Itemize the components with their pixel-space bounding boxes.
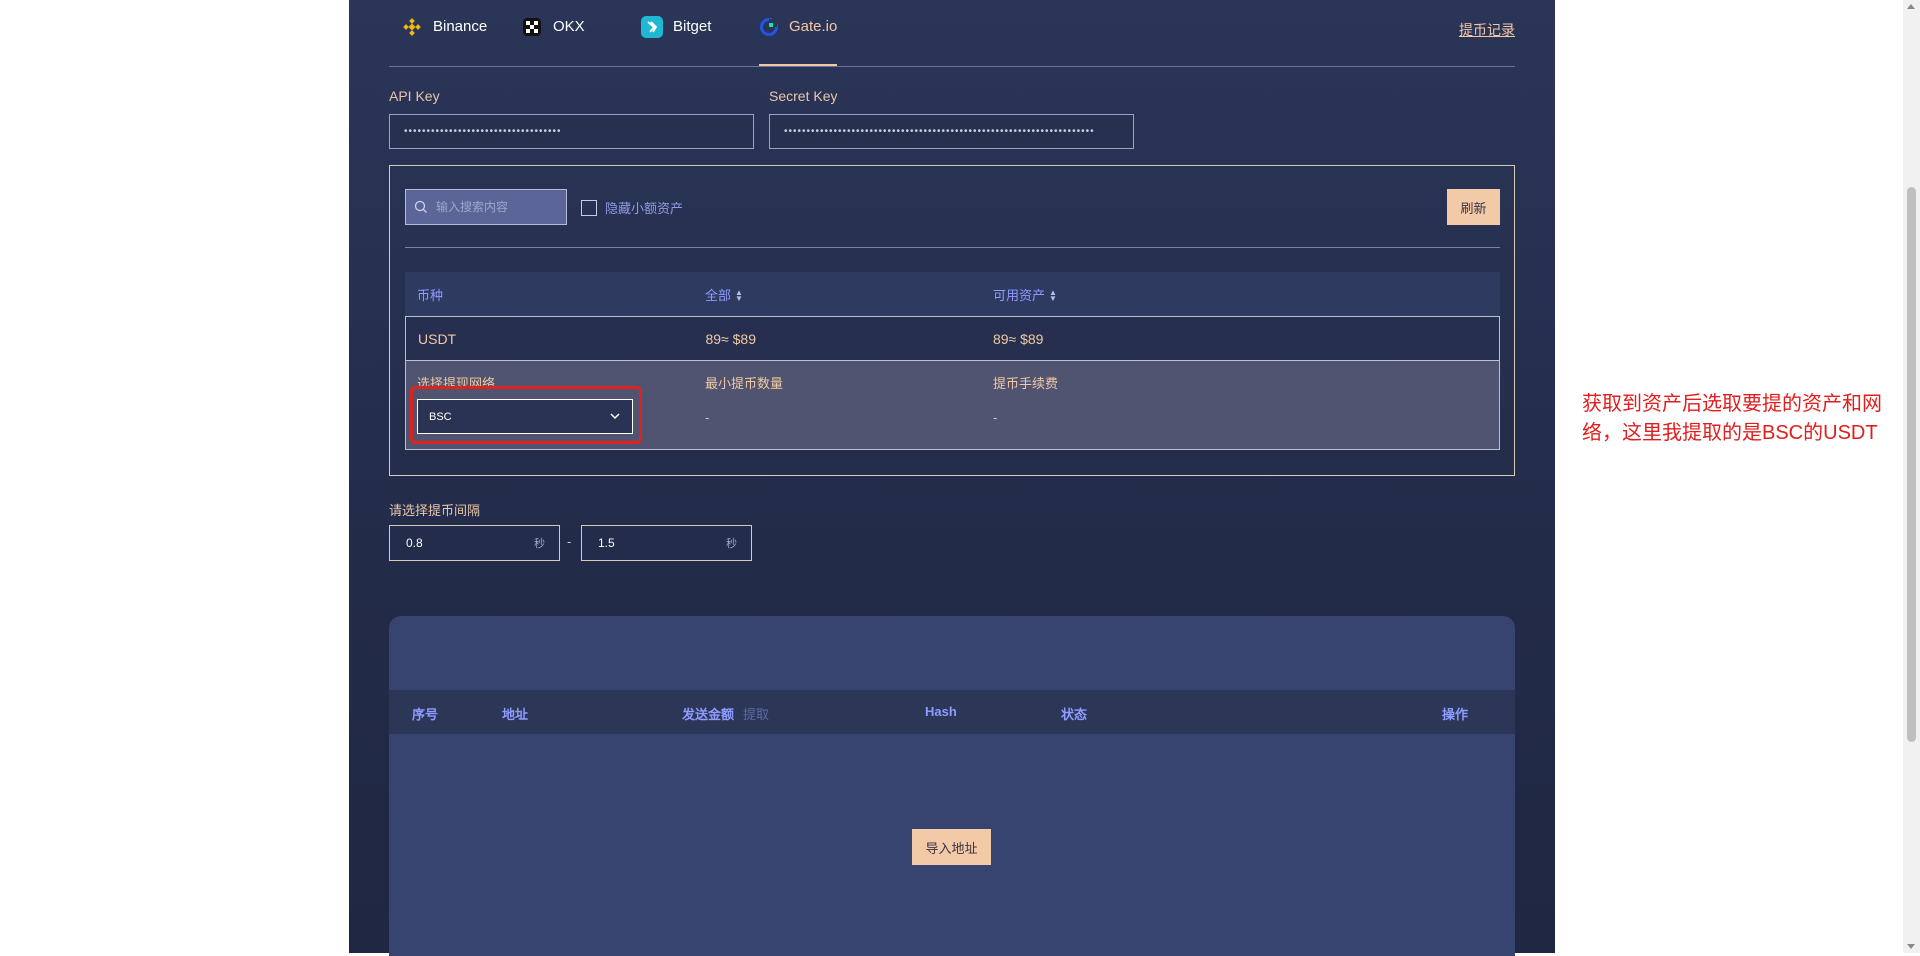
withdraw-fee-value: - [993,410,998,425]
interval-max-input[interactable]: 1.5 秒 [581,525,752,561]
col-amount: 发送金额 [682,707,735,722]
asset-table-header: 币种 全部 ▲ ▼ 可用资产 ▲ ▼ [405,272,1500,316]
interval-max-value: 1.5 [598,536,615,550]
tab-gateio[interactable]: Gate.io [759,16,837,66]
address-list-card: 序号 地址 发送金额 提取 Hash 状态 操作 导入地址 [389,616,1515,956]
min-withdraw-value: - [705,410,710,425]
search-icon [414,200,427,213]
secret-key-label: Secret Key [769,88,838,104]
search-input[interactable] [434,199,558,215]
main-panel: Binance OKX Bitget Gate.io 提币记录 API Key … [349,0,1555,956]
exchange-tabs: Binance OKX Bitget Gate.io 提币记录 [389,0,1515,67]
api-key-input[interactable]: ••••••••••••••••••••••••••••••••••• [389,114,754,149]
address-list-header: 序号 地址 发送金额 提取 Hash 状态 操作 [389,690,1515,734]
okx-icon [521,16,543,38]
network-select-label: 选择提现网络 [417,376,496,391]
interval-min-value: 0.8 [406,536,423,550]
asset-table: 币种 全部 ▲ ▼ 可用资产 ▲ ▼ USDT 89≈ $89 89≈ $89 选择提现… [405,272,1500,450]
interval-unit: 秒 [726,538,737,550]
hide-small-checkbox[interactable] [581,199,597,216]
scroll-down-icon[interactable] [1907,944,1915,949]
network-panel: 选择提现网络 BSC 最小提币数量 - 提币手续费 - [405,360,1500,450]
gateio-icon [759,16,779,38]
tab-bitget[interactable]: Bitget [641,16,711,66]
tab-binance[interactable]: Binance [401,16,487,66]
chevron-down-icon [610,413,620,420]
col-amount-extract[interactable]: 提取 [743,704,769,723]
interval-separator: - [567,534,572,549]
annotation-text: 获取到资产后选取要提的资产和网络，这里我提取的是BSC的USDT [1582,393,1882,444]
col-hash: Hash [925,704,957,719]
network-selected-value: BSC [429,410,452,423]
col-address: 地址 [502,707,529,722]
col-total[interactable]: 全部 ▲ ▼ [693,285,981,304]
col-index: 序号 [412,707,439,722]
asset-panel: 隐藏小额资产 刷新 币种 全部▲▼ 可用资产▲▼ USDT 89≈ $89 89… [389,165,1515,476]
withdraw-fee-label: 提币手续费 [993,376,1059,391]
asset-search[interactable] [405,189,567,225]
col-action: 操作 [1442,707,1469,722]
tab-okx[interactable]: OKX [521,16,585,66]
refresh-button[interactable]: 刷新 [1447,189,1500,225]
col-coin: 币种 [417,287,444,303]
cell-available: 89≈ $89 [992,330,1044,347]
tab-label: Gate.io [789,18,838,35]
col-status: 状态 [1061,707,1088,722]
cell-coin: USDT [418,330,457,347]
page-scrollbar[interactable] [1903,0,1920,953]
interval-min-input[interactable]: 0.8 秒 [389,525,560,561]
min-withdraw-label: 最小提币数量 [705,376,784,391]
hide-small-assets-toggle[interactable]: 隐藏小额资产 [581,198,683,217]
network-select[interactable]: BSC [417,399,633,434]
divider [405,247,1500,248]
sort-icon[interactable]: ▲ ▼ [735,289,743,303]
interval-unit: 秒 [534,538,545,550]
table-row[interactable]: USDT 89≈ $89 89≈ $89 [405,316,1500,360]
sort-icon[interactable]: ▲ ▼ [1049,289,1057,303]
binance-icon [401,16,423,38]
tab-label: Bitget [673,18,712,35]
hide-small-label: 隐藏小额资产 [605,201,684,216]
scroll-up-icon[interactable] [1907,4,1915,9]
tab-label: Binance [433,18,488,35]
interval-label: 请选择提币间隔 [389,503,481,518]
bitget-icon [641,16,663,38]
import-address-button[interactable]: 导入地址 [912,829,991,865]
tab-label: OKX [553,18,585,35]
scroll-thumb[interactable] [1907,187,1916,742]
secret-key-input[interactable]: ••••••••••••••••••••••••••••••••••••••••… [769,114,1134,149]
cell-total: 89≈ $89 [705,330,756,347]
col-available[interactable]: 可用资产 ▲ ▼ [981,285,1500,304]
api-key-label: API Key [389,88,440,104]
withdraw-record-link[interactable]: 提币记录 [1459,20,1515,40]
